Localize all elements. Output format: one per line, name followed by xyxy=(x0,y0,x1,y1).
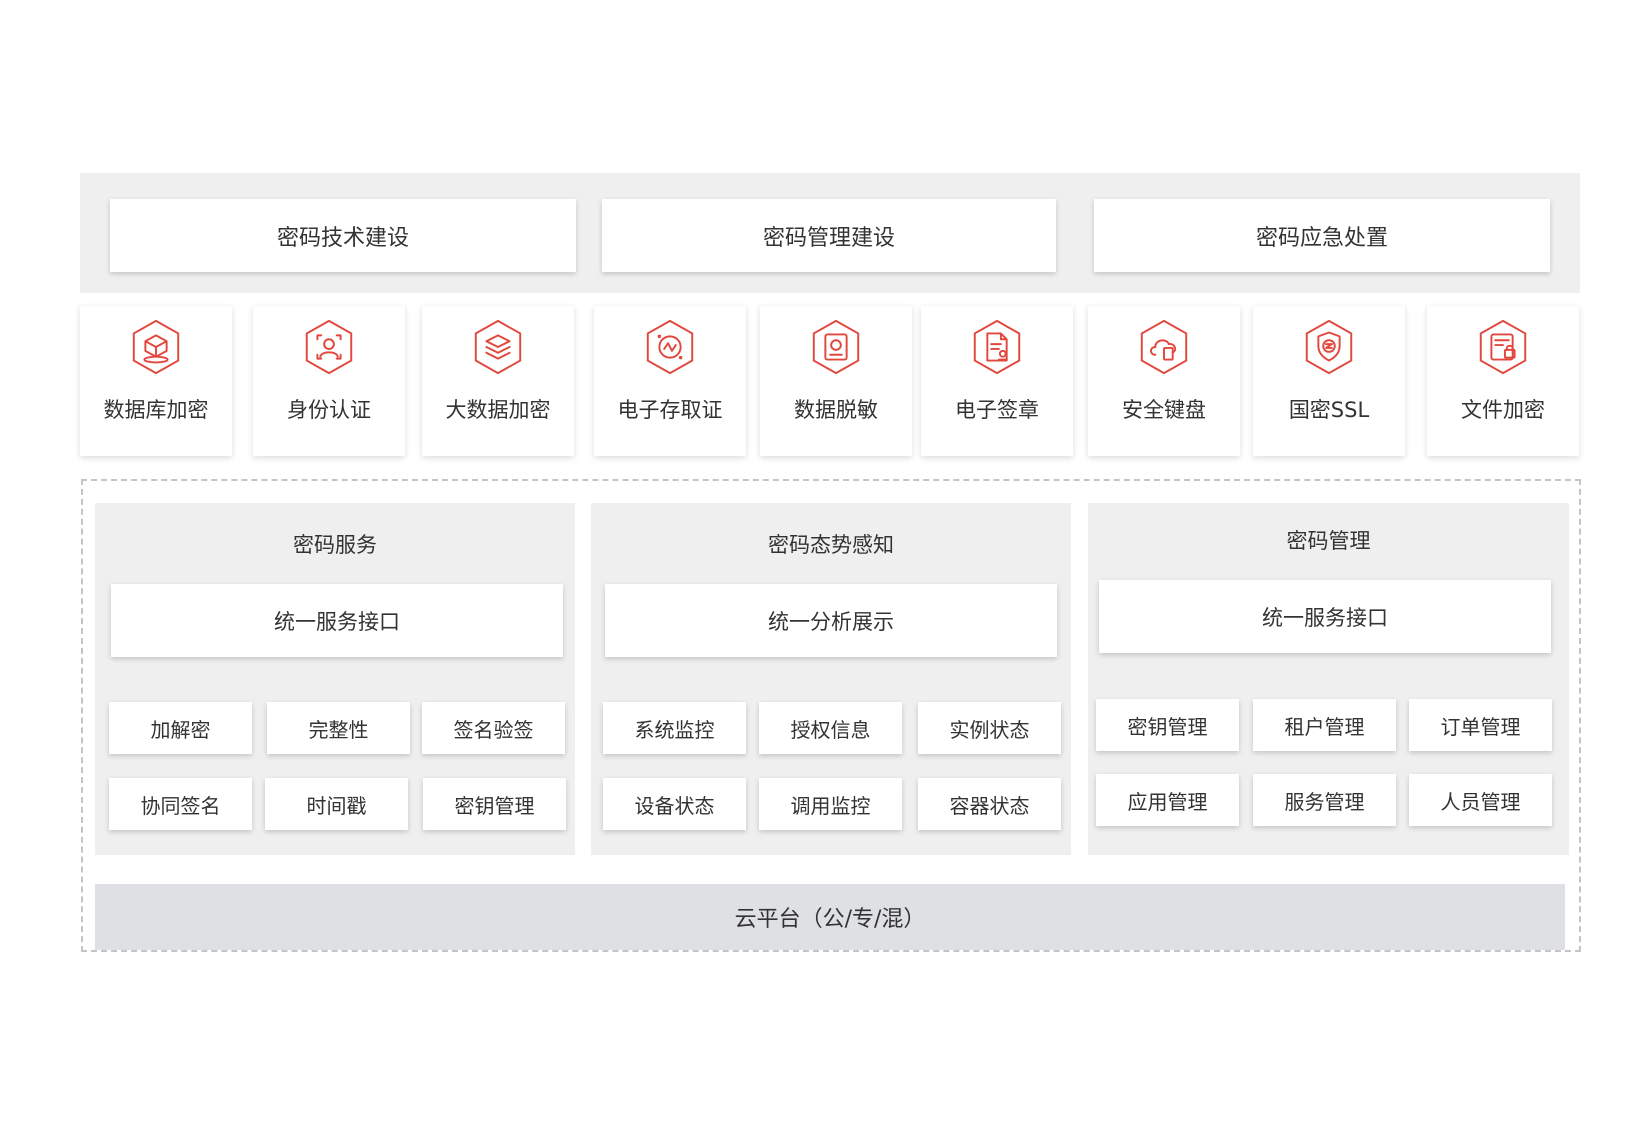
product-tile-identity[interactable]: 身份认证 xyxy=(253,306,405,456)
button-label: 服务管理 xyxy=(1284,789,1365,814)
column-title: 密码管理 xyxy=(1286,529,1371,553)
product-label: 数据库加密 xyxy=(103,398,209,422)
service-button[interactable]: 协同签名 xyxy=(109,778,252,830)
product-label: 数据脱敏 xyxy=(794,398,878,422)
layers-icon xyxy=(474,319,522,375)
top-item-label: 密码应急处置 xyxy=(1255,225,1388,251)
button-label: 应用管理 xyxy=(1127,789,1208,814)
product-label: 身份认证 xyxy=(287,398,371,422)
shield-icon xyxy=(1305,319,1353,375)
product-label: 电子存取证 xyxy=(617,398,723,422)
button-label: 租户管理 xyxy=(1284,714,1365,739)
cloud-platform-label: 云平台（公/专/混） xyxy=(734,907,926,932)
management-button[interactable]: 租户管理 xyxy=(1253,699,1396,751)
service-button[interactable]: 完整性 xyxy=(267,702,410,754)
product-tile-evidence[interactable]: 电子存取证 xyxy=(594,306,746,456)
database-icon xyxy=(132,319,180,375)
top-item-label: 密码技术建设 xyxy=(276,225,409,251)
management-button[interactable]: 服务管理 xyxy=(1253,774,1396,826)
cloud-platform-bar: 云平台（公/专/混） xyxy=(95,884,1565,950)
cloud-device-icon xyxy=(1140,319,1188,375)
service-button[interactable]: 时间戳 xyxy=(265,778,408,830)
product-label: 大数据加密 xyxy=(445,398,551,422)
monitor-button[interactable]: 系统监控 xyxy=(603,702,746,754)
product-tile-ssl[interactable]: 国密SSL xyxy=(1253,306,1405,456)
button-label: 设备状态 xyxy=(634,793,715,818)
product-tile-data-masking[interactable]: 数据脱敏 xyxy=(760,306,912,456)
column-situation-awareness: 密码态势感知 统一分析展示 系统监控 授权信息 实例状态 设备状态 调用监控 容… xyxy=(591,503,1071,855)
management-button[interactable]: 应用管理 xyxy=(1096,774,1239,826)
product-label: 电子签章 xyxy=(955,398,1039,422)
interface-label: 统一分析展示 xyxy=(768,609,894,634)
button-label: 实例状态 xyxy=(949,717,1030,742)
top-item-emergency[interactable]: 密码应急处置 xyxy=(1094,199,1550,272)
product-tile-database-encryption[interactable]: 数据库加密 xyxy=(80,306,232,456)
service-button[interactable]: 签名验签 xyxy=(422,702,565,754)
file-lock-icon xyxy=(1479,319,1527,375)
top-item-label: 密码管理建设 xyxy=(762,225,895,251)
product-tile-secure-keyboard[interactable]: 安全键盘 xyxy=(1088,306,1240,456)
service-button[interactable]: 加解密 xyxy=(109,702,252,754)
management-button[interactable]: 订单管理 xyxy=(1409,699,1552,751)
management-button[interactable]: 密钥管理 xyxy=(1096,699,1239,751)
product-label: 文件加密 xyxy=(1461,398,1545,422)
monitor-button[interactable]: 实例状态 xyxy=(918,702,1061,754)
mask-icon xyxy=(812,319,860,375)
button-label: 时间戳 xyxy=(306,793,367,818)
button-label: 人员管理 xyxy=(1440,789,1521,814)
interface-label: 统一服务接口 xyxy=(1262,605,1388,630)
button-label: 授权信息 xyxy=(790,717,871,742)
button-label: 密钥管理 xyxy=(454,793,535,818)
button-label: 订单管理 xyxy=(1440,714,1521,739)
top-item-management[interactable]: 密码管理建设 xyxy=(602,199,1056,272)
button-label: 容器状态 xyxy=(949,793,1030,818)
product-tile-bigdata-encryption[interactable]: 大数据加密 xyxy=(422,306,574,456)
monitor-button[interactable]: 设备状态 xyxy=(603,778,746,830)
identity-icon xyxy=(305,319,353,375)
monitor-button[interactable]: 容器状态 xyxy=(918,778,1061,830)
management-button[interactable]: 人员管理 xyxy=(1409,774,1552,826)
product-label: 安全键盘 xyxy=(1122,398,1206,422)
product-label: 国密SSL xyxy=(1288,398,1370,422)
column-title: 密码态势感知 xyxy=(768,533,894,557)
button-label: 协同签名 xyxy=(140,793,221,818)
button-label: 签名验签 xyxy=(453,717,534,742)
interface-label: 统一服务接口 xyxy=(274,609,400,634)
seal-document-icon xyxy=(973,319,1021,375)
button-label: 系统监控 xyxy=(634,717,715,742)
column-crypto-service: 密码服务 统一服务接口 加解密 完整性 签名验签 协同签名 时间戳 密钥管理 xyxy=(95,503,575,855)
service-button[interactable]: 密钥管理 xyxy=(423,778,566,830)
product-tile-file-encryption[interactable]: 文件加密 xyxy=(1427,306,1579,456)
monitor-button[interactable]: 调用监控 xyxy=(759,778,902,830)
monitor-button[interactable]: 授权信息 xyxy=(759,702,902,754)
interface-box[interactable]: 统一分析展示 xyxy=(605,584,1057,657)
button-label: 加解密 xyxy=(150,717,211,742)
column-crypto-management: 密码管理 统一服务接口 密钥管理 租户管理 订单管理 应用管理 服务管理 人员管… xyxy=(1088,503,1569,855)
button-label: 密钥管理 xyxy=(1127,714,1208,739)
interface-box[interactable]: 统一服务接口 xyxy=(1099,580,1551,653)
product-tile-e-seal[interactable]: 电子签章 xyxy=(921,306,1073,456)
column-title: 密码服务 xyxy=(293,533,377,557)
interface-box[interactable]: 统一服务接口 xyxy=(111,584,563,657)
top-item-tech[interactable]: 密码技术建设 xyxy=(110,199,576,272)
button-label: 调用监控 xyxy=(790,793,871,818)
button-label: 完整性 xyxy=(308,717,369,742)
evidence-icon xyxy=(646,319,694,375)
